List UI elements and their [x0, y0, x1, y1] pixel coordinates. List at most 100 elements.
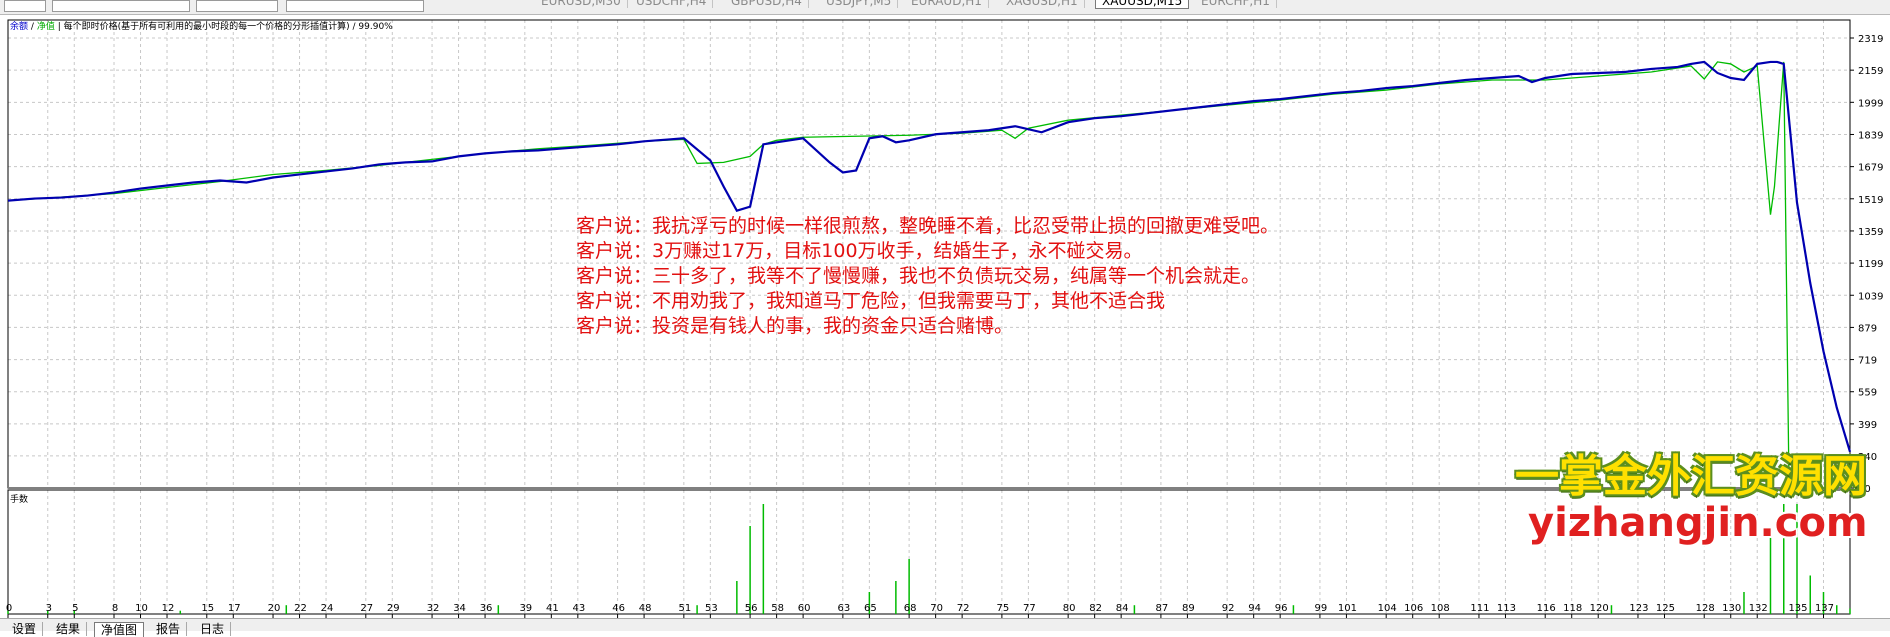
y-tick-label: 559 — [1858, 388, 1877, 399]
x-tick-label: 60 — [798, 603, 811, 614]
x-tick-label: 118 — [1563, 603, 1582, 614]
x-tick-label: 128 — [1696, 603, 1715, 614]
quote-line: 客户说：3万赚过17万，目标100万收手，结婚生子，永不碰交易。 — [576, 240, 1143, 262]
watermark-logo-text: 一掌金外汇资源网 — [1515, 451, 1867, 502]
legend-equity: 净值 — [36, 22, 55, 32]
x-tick-label: 15 — [201, 603, 214, 614]
x-tick-label: 72 — [957, 603, 970, 614]
x-tick-label: 111 — [1470, 603, 1489, 614]
tab-eurusd-m30[interactable]: EURUSD,M30 — [535, 0, 628, 8]
y-tick-label: 1519 — [1858, 195, 1883, 206]
tab-eurchf-h1[interactable]: EURCHF,H1 — [1195, 0, 1277, 8]
tester-tab[interactable]: 报告 — [150, 622, 188, 636]
x-tick-label: 92 — [1222, 603, 1235, 614]
tab-xagusd-h1[interactable]: XAGUSD,H1 — [1000, 0, 1085, 8]
chart-tab-bar: EURUSD,M30 USDCHF,H4 GBPUSD,H4 USDJPY,M5 EUR… — [0, 0, 1890, 15]
quote-line: 客户说：投资是有钱人的事，我的资金只适合赌博。 — [576, 315, 1014, 337]
y-tick-label: 2319 — [1858, 34, 1883, 45]
x-tick-label: 116 — [1537, 603, 1556, 614]
tester-tab[interactable]: 设置 — [6, 622, 44, 636]
legend-balance: 余额 — [10, 22, 29, 32]
volume-label: 手数 — [10, 495, 29, 505]
x-tick-label: 130 — [1722, 603, 1741, 614]
x-tick-label: 39 — [519, 603, 532, 614]
y-tick-label: 1839 — [1858, 130, 1883, 141]
x-tick-label: 99 — [1315, 603, 1328, 614]
legend-separator: | — [57, 22, 61, 32]
tester-tab[interactable]: 日志 — [194, 622, 232, 636]
x-tick-label: 108 — [1431, 603, 1450, 614]
quote-line: 客户说：三十多了，我等不了慢慢赚，我也不负债玩交易，纯属等一个机会就走。 — [576, 265, 1261, 287]
y-tick-label: 1999 — [1858, 98, 1883, 109]
x-tick-label: 10 — [135, 603, 148, 614]
tester-tab[interactable]: 结果 — [50, 622, 88, 636]
x-tick-label: 46 — [612, 603, 625, 614]
x-tick-label: 82 — [1089, 603, 1102, 614]
x-tick-label: 123 — [1629, 603, 1648, 614]
x-tick-label: 113 — [1497, 603, 1516, 614]
x-tick-label: 96 — [1275, 603, 1288, 614]
x-tick-label: 63 — [837, 603, 850, 614]
x-tick-label: 77 — [1023, 603, 1036, 614]
x-tick-label: 75 — [997, 603, 1010, 614]
tester-tab-bar: 设置 结果 净值图 报告 日志 — [0, 618, 1890, 637]
toolbar-box[interactable] — [4, 0, 46, 12]
x-tick-label: 12 — [162, 603, 175, 614]
x-tick-label: 3 — [46, 603, 52, 614]
x-tick-label: 22 — [294, 603, 307, 614]
x-axis-ticks: 0 3 5 8 10 12 15 17 20 22 24 27 29 32 34 36 39 41 43 46 48 5 1… — [6, 603, 1834, 618]
watermark-url: yizhangjin.com — [1528, 500, 1868, 546]
x-tick-label: 58 — [771, 603, 784, 614]
x-tick-label: 137 — [1815, 603, 1834, 614]
legend-description: 每个即时价格(基于所有可利用的最小时段的每一个价格的分形插值计算) / 99.9… — [63, 22, 393, 32]
chart-legend: 余额 / 净值 | 每个即时价格(基于所有可利用的最小时段的每一个价格的分形插值… — [10, 19, 393, 32]
x-tick-label: 80 — [1063, 603, 1076, 614]
quote-line: 客户说：我抗浮亏的时候一样很煎熬，整晚睡不着，比忍受带止损的回撤更难受吧。 — [576, 215, 1280, 237]
y-tick-label: 2159 — [1858, 66, 1883, 77]
toolbar-box[interactable] — [196, 0, 278, 12]
tab-xauusd-m15[interactable]: XAUUSD,M15 — [1095, 0, 1190, 9]
x-tick-label: 27 — [360, 603, 373, 614]
x-tick-label: 84 — [1116, 603, 1129, 614]
x-tick-label: 120 — [1590, 603, 1609, 614]
customer-quotes: 客户说：我抗浮亏的时候一样很煎熬，整晚睡不着，比忍受带止损的回撤更难受吧。 客户… — [576, 214, 1279, 339]
y-tick-label: 719 — [1858, 356, 1877, 367]
x-tick-label: 8 — [112, 603, 118, 614]
x-tick-label: 68 — [904, 603, 917, 614]
tab-euraud-h1[interactable]: EURAUD,H1 — [905, 0, 989, 8]
y-axis-ticks: 2319 2159 1999 1839 1679 1519 1359 1199 1039 879 7… — [1850, 34, 1883, 495]
tab-gbpusd-h4[interactable]: GBPUSD,H4 — [725, 0, 809, 8]
x-tick-label: 41 — [546, 603, 559, 614]
x-tick-label: 101 — [1338, 603, 1357, 614]
x-tick-label: 89 — [1182, 603, 1195, 614]
x-tick-label: 32 — [427, 603, 440, 614]
x-tick-label: 5 — [72, 603, 78, 614]
x-tick-label: 29 — [387, 603, 400, 614]
x-tick-label: 20 — [268, 603, 281, 614]
x-tick-label: 104 — [1378, 603, 1397, 614]
tab-usdjpy-m5[interactable]: USDJPY,M5 — [820, 0, 899, 8]
y-tick-label: 1359 — [1858, 227, 1883, 238]
toolbar-box[interactable] — [286, 0, 424, 12]
x-tick-label: 0 — [6, 603, 12, 614]
x-tick-label: 48 — [639, 603, 652, 614]
y-tick-label: 1199 — [1858, 259, 1883, 270]
y-tick-label: 399 — [1858, 420, 1877, 431]
y-tick-label: 879 — [1858, 323, 1877, 334]
tab-usdchf-h4[interactable]: USDCHF,H4 — [630, 0, 714, 8]
x-tick-label: 56 — [745, 603, 758, 614]
x-tick-label: 106 — [1404, 603, 1423, 614]
quote-line: 客户说：不用劝我了，我知道马丁危险，但我需要马丁，其他不适合我 — [576, 290, 1166, 312]
x-tick-label: 43 — [572, 603, 585, 614]
x-tick-label: 24 — [321, 603, 334, 614]
x-tick-label: 17 — [228, 603, 241, 614]
y-tick-label: 1679 — [1858, 163, 1883, 174]
y-tick-label: 1039 — [1858, 291, 1883, 302]
toolbar-box[interactable] — [52, 0, 190, 12]
x-tick-label: 70 — [930, 603, 943, 614]
x-tick-label: 65 — [864, 603, 877, 614]
x-tick-label: 34 — [453, 603, 466, 614]
x-tick-label: 53 — [705, 603, 718, 614]
x-tick-label: 125 — [1656, 603, 1675, 614]
x-tick-label: 36 — [480, 603, 493, 614]
